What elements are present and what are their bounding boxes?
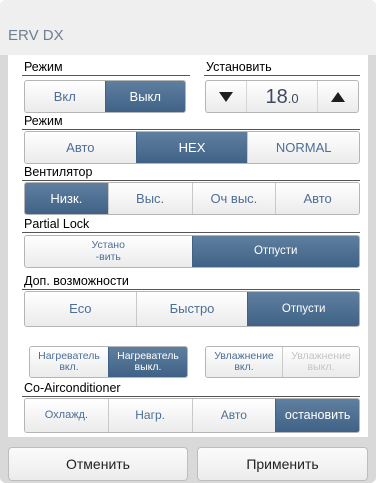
triangle-up-icon bbox=[331, 91, 345, 102]
power-on-button[interactable]: Вкл bbox=[25, 81, 105, 112]
extra-segmented: Eco Быстро Отпусти bbox=[24, 291, 360, 327]
partial-lock-set-line1: Устано bbox=[91, 239, 125, 252]
vent-mode-auto[interactable]: Авто bbox=[25, 132, 136, 163]
co-ac-segmented: Охлажд. Нагр. Авто остановить bbox=[24, 398, 360, 433]
vent-mode-hex[interactable]: HEX bbox=[135, 132, 248, 163]
humidifier-off[interactable]: Увлажнение выкл. bbox=[282, 347, 359, 377]
heater-off[interactable]: Нагреватель выкл. bbox=[108, 347, 187, 377]
extra-eco[interactable]: Eco bbox=[25, 292, 136, 326]
triangle-down-icon bbox=[219, 91, 233, 102]
co-ac-label: Co-Airconditioner bbox=[24, 381, 121, 395]
co-ac-auto[interactable]: Авто bbox=[191, 399, 276, 432]
extra-label: Доп. возможности bbox=[24, 274, 129, 288]
setpoint-underline bbox=[204, 75, 360, 76]
temp-down-button[interactable] bbox=[206, 81, 246, 112]
dialog-header: ERV DX bbox=[0, 0, 376, 55]
partial-lock-set[interactable]: Устано -вить bbox=[25, 236, 192, 267]
co-ac-cool[interactable]: Охлажд. bbox=[25, 399, 108, 432]
partial-lock-underline bbox=[22, 232, 360, 233]
vent-mode-underline bbox=[22, 129, 360, 130]
humidifier-segmented: Увлажнение вкл. Увлажнение выкл. bbox=[205, 346, 360, 378]
heater-segmented: Нагреватель вкл. Нагреватель выкл. bbox=[29, 346, 188, 378]
partial-lock-segmented: Устано -вить Отпусти bbox=[24, 235, 360, 268]
extra-release[interactable]: Отпусти bbox=[247, 292, 359, 326]
power-segmented: Вкл Выкл bbox=[24, 80, 186, 113]
fan-auto[interactable]: Авто bbox=[275, 183, 359, 214]
setpoint-value: 18.0 bbox=[246, 81, 318, 112]
vent-mode-segmented: Авто HEX NORMAL bbox=[24, 131, 360, 164]
fan-underline bbox=[22, 180, 360, 181]
setpoint-label: Установить bbox=[206, 60, 272, 74]
fan-low[interactable]: Низк. bbox=[25, 183, 108, 214]
setpoint-decimal: .0 bbox=[287, 91, 299, 106]
co-ac-underline bbox=[22, 396, 360, 397]
setpoint-integer: 18 bbox=[265, 86, 288, 108]
humidifier-on-line2: вкл. bbox=[234, 361, 254, 373]
humidifier-on[interactable]: Увлажнение вкл. bbox=[206, 347, 282, 377]
partial-lock-release[interactable]: Отпусти bbox=[191, 236, 359, 267]
partial-lock-label: Partial Lock bbox=[24, 217, 90, 231]
extra-underline bbox=[22, 289, 360, 290]
co-ac-stop[interactable]: остановить bbox=[275, 399, 359, 432]
window-title: ERV DX bbox=[8, 27, 64, 44]
power-off-button[interactable]: Выкл bbox=[104, 81, 185, 112]
heater-off-line2: выкл. bbox=[134, 361, 162, 373]
mode-underline bbox=[22, 75, 190, 76]
setpoint-stepper: 18.0 bbox=[205, 80, 359, 113]
heater-on-line2: вкл. bbox=[59, 361, 79, 373]
partial-lock-set-line2: -вить bbox=[95, 250, 121, 263]
fan-very-high[interactable]: Оч выс. bbox=[191, 183, 276, 214]
vent-mode-label: Режим bbox=[24, 114, 63, 128]
fan-speed-segmented: Низк. Выс. Оч выс. Авто bbox=[24, 182, 360, 215]
mode-label: Режим bbox=[24, 60, 63, 74]
extra-fast[interactable]: Быстро bbox=[135, 292, 248, 326]
temp-up-button[interactable] bbox=[318, 81, 358, 112]
fan-label: Вентилятор bbox=[24, 165, 93, 179]
fan-high[interactable]: Выс. bbox=[107, 183, 192, 214]
co-ac-heat[interactable]: Нагр. bbox=[107, 399, 192, 432]
cancel-button[interactable]: Отменить bbox=[8, 447, 188, 481]
humidifier-off-line2: выкл. bbox=[307, 361, 335, 373]
apply-button[interactable]: Применить bbox=[197, 447, 368, 481]
vent-mode-normal[interactable]: NORMAL bbox=[247, 132, 359, 163]
heater-on[interactable]: Нагреватель вкл. bbox=[30, 347, 108, 377]
